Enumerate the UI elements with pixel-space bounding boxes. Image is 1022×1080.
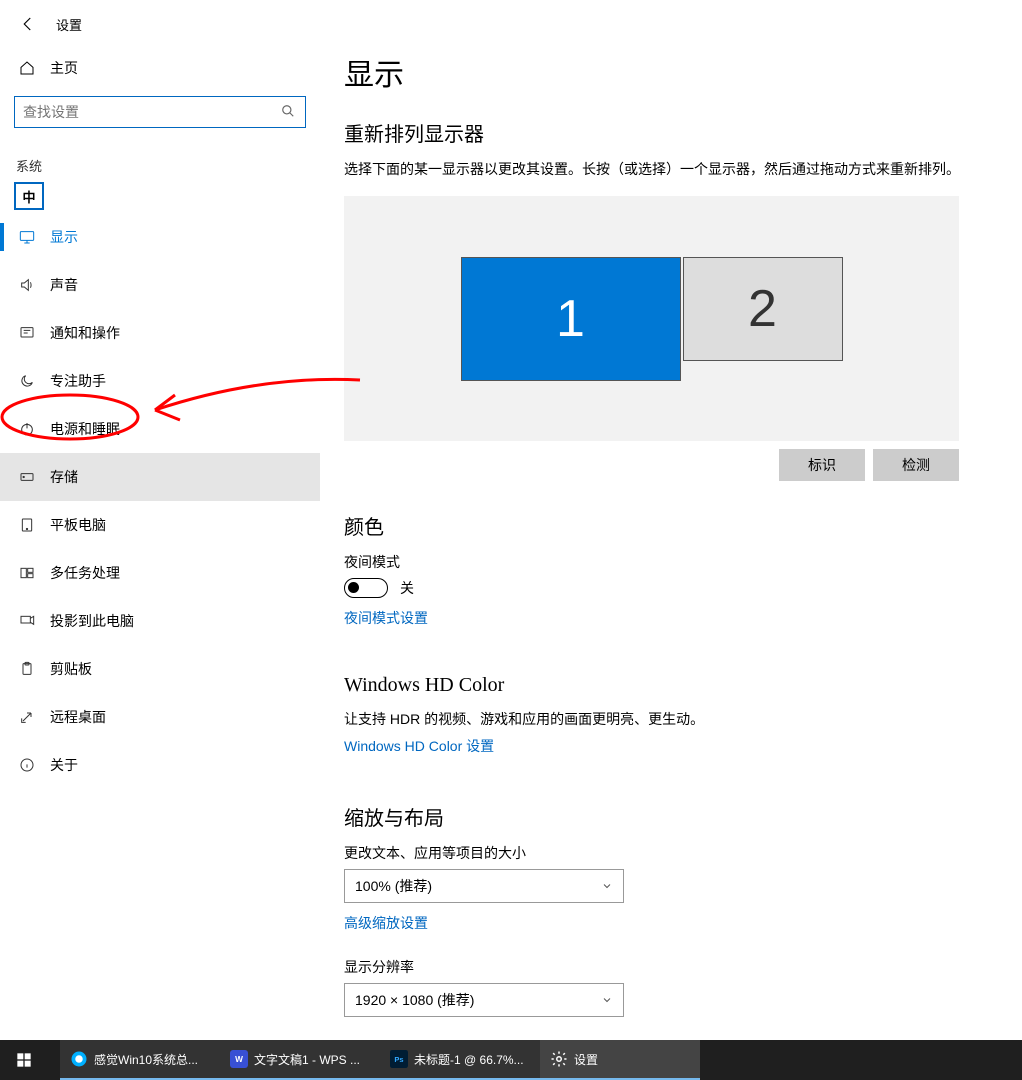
sidebar-item-2[interactable]: 通知和操作	[0, 309, 320, 357]
main-content: 显示 重新排列显示器 选择下面的某一显示器以更改其设置。长按（或选择）一个显示器…	[320, 0, 1022, 1040]
chevron-down-icon	[601, 994, 613, 1006]
sidebar-item-5[interactable]: 存储	[0, 453, 320, 501]
ime-indicator[interactable]: 中	[14, 182, 44, 210]
svg-text:W: W	[235, 1055, 243, 1064]
sidebar-item-label: 专注助手	[50, 371, 106, 391]
detect-button[interactable]: 检测	[873, 449, 959, 481]
sidebar-item-label: 平板电脑	[50, 515, 106, 535]
search-icon	[281, 104, 297, 120]
notification-icon	[18, 324, 36, 342]
hdr-desc: 让支持 HDR 的视频、游戏和应用的画面更明亮、更生动。	[344, 709, 998, 730]
taskbar-item-label: 未标题-1 @ 66.7%...	[414, 1051, 524, 1068]
section-label: 系统	[0, 148, 320, 183]
scale-label: 更改文本、应用等项目的大小	[344, 843, 998, 863]
color-heading: 颜色	[344, 511, 998, 540]
advanced-scale-link[interactable]: 高级缩放设置	[344, 913, 428, 933]
page-title: 显示	[344, 50, 998, 94]
home-label: 主页	[50, 58, 78, 78]
rearrange-heading: 重新排列显示器	[344, 118, 998, 147]
sidebar-item-label: 电源和睡眠	[50, 419, 120, 439]
night-mode-settings-link[interactable]: 夜间模式设置	[344, 608, 428, 628]
monitor-1[interactable]: 1	[461, 257, 681, 381]
sidebar-item-8[interactable]: 投影到此电脑	[0, 597, 320, 645]
monitor-icon	[18, 228, 36, 246]
scale-heading: 缩放与布局	[344, 802, 998, 831]
monitor-2[interactable]: 2	[683, 257, 843, 361]
taskbar-item-2[interactable]: Ps 未标题-1 @ 66.7%...	[380, 1040, 540, 1080]
resolution-label: 显示分辨率	[344, 957, 998, 977]
night-mode-label: 夜间模式	[344, 552, 998, 572]
ps-icon: Ps	[390, 1050, 408, 1068]
taskbar-item-1[interactable]: W 文字文稿1 - WPS ...	[220, 1040, 380, 1080]
project-icon	[18, 612, 36, 630]
info-icon	[18, 756, 36, 774]
sidebar-item-9[interactable]: 剪贴板	[0, 645, 320, 693]
taskbar: 感觉Win10系统总... W 文字文稿1 - WPS ... Ps 未标题-1 @ 6…	[0, 1040, 1022, 1080]
sidebar-item-label: 存储	[50, 467, 78, 487]
remote-icon	[18, 708, 36, 726]
home-icon	[18, 60, 36, 76]
home-button[interactable]: 主页	[0, 48, 320, 88]
hdr-heading: Windows HD Color	[344, 674, 998, 697]
sidebar-item-11[interactable]: 关于	[0, 741, 320, 789]
moon-icon	[18, 372, 36, 390]
taskbar-item-label: 设置	[574, 1051, 598, 1068]
start-button[interactable]	[0, 1040, 48, 1080]
chevron-down-icon	[601, 880, 613, 892]
rearrange-desc: 选择下面的某一显示器以更改其设置。长按（或选择）一个显示器，然后通过拖动方式来重…	[344, 159, 998, 180]
search-box[interactable]	[14, 96, 306, 128]
browser-icon	[70, 1050, 88, 1068]
clipboard-icon	[18, 660, 36, 678]
multitask-icon	[18, 564, 36, 582]
sidebar: 主页 中 系统 显示声音通知和操作专注助手电源和睡眠存储平板电脑多任务处理投影到…	[0, 48, 320, 1048]
night-mode-state: 关	[400, 578, 414, 598]
sound-icon	[18, 276, 36, 294]
hdr-settings-link[interactable]: Windows HD Color 设置	[344, 736, 494, 756]
identify-button[interactable]: 标识	[779, 449, 865, 481]
search-input[interactable]	[23, 104, 281, 120]
sidebar-item-1[interactable]: 声音	[0, 261, 320, 309]
sidebar-item-label: 通知和操作	[50, 323, 120, 343]
storage-icon	[18, 468, 36, 486]
night-mode-toggle[interactable]	[344, 578, 388, 598]
sidebar-item-10[interactable]: 远程桌面	[0, 693, 320, 741]
sidebar-item-label: 显示	[50, 227, 78, 247]
sidebar-item-label: 多任务处理	[50, 563, 120, 583]
taskbar-item-label: 感觉Win10系统总...	[94, 1051, 198, 1068]
sidebar-item-3[interactable]: 专注助手	[0, 357, 320, 405]
sidebar-item-4[interactable]: 电源和睡眠	[0, 405, 320, 453]
svg-text:Ps: Ps	[394, 1055, 403, 1064]
gear-icon	[550, 1050, 568, 1068]
wps-icon: W	[230, 1050, 248, 1068]
sidebar-item-label: 关于	[50, 755, 78, 775]
tablet-icon	[18, 516, 36, 534]
taskbar-item-3[interactable]: 设置	[540, 1040, 700, 1080]
sidebar-item-label: 声音	[50, 275, 78, 295]
sidebar-item-label: 剪贴板	[50, 659, 92, 679]
sidebar-item-label: 投影到此电脑	[50, 611, 134, 631]
sidebar-item-7[interactable]: 多任务处理	[0, 549, 320, 597]
taskbar-item-0[interactable]: 感觉Win10系统总...	[60, 1040, 220, 1080]
resolution-dropdown[interactable]: 1920 × 1080 (推荐)	[344, 983, 624, 1017]
sidebar-item-label: 远程桌面	[50, 707, 106, 727]
sidebar-item-6[interactable]: 平板电脑	[0, 501, 320, 549]
back-button[interactable]	[16, 12, 40, 36]
power-icon	[18, 420, 36, 438]
display-arrange-area[interactable]: 1 2	[344, 196, 959, 441]
taskbar-item-label: 文字文稿1 - WPS ...	[254, 1051, 360, 1068]
window-title: 设置	[56, 15, 82, 34]
scale-dropdown[interactable]: 100% (推荐)	[344, 869, 624, 903]
resolution-value: 1920 × 1080 (推荐)	[355, 990, 474, 1010]
scale-value: 100% (推荐)	[355, 876, 432, 896]
sidebar-item-0[interactable]: 显示	[0, 213, 320, 261]
